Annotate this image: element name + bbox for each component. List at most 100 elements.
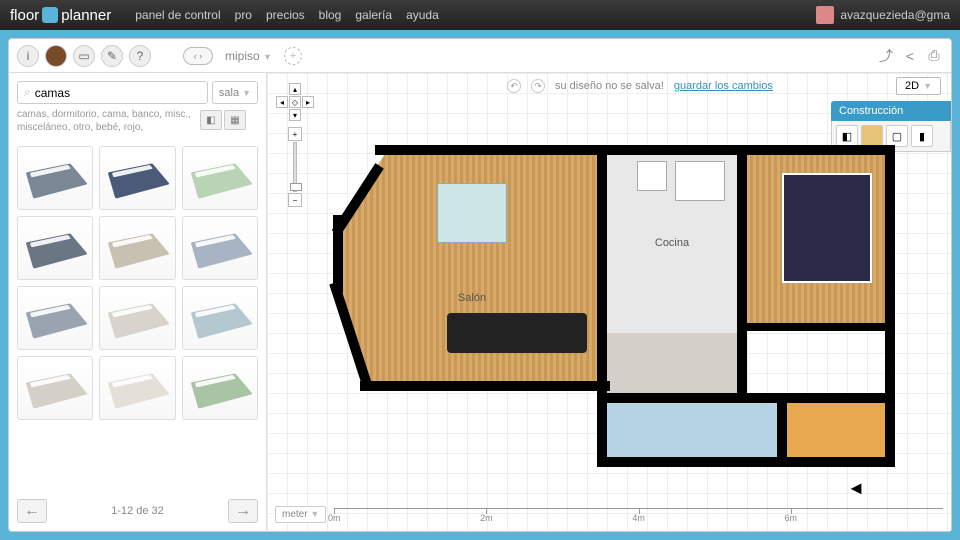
room-bath[interactable]	[607, 403, 777, 463]
share-icon[interactable]: <	[901, 47, 919, 65]
view-2d-icon[interactable]: ▦	[224, 110, 246, 130]
wall[interactable]	[737, 145, 747, 399]
furniture-item[interactable]	[182, 286, 258, 350]
tick-label: 0m	[328, 513, 341, 523]
search-input-wrap[interactable]: ⌕	[17, 81, 208, 104]
pan-down[interactable]: ▾	[289, 109, 301, 121]
chevron-down-icon: ▼	[263, 52, 272, 62]
user-email: avazquezieda@gma	[840, 8, 950, 22]
print-icon[interactable]: ⎙	[925, 47, 943, 65]
nav-panel[interactable]: panel de control	[135, 8, 220, 22]
view-mode-toggle[interactable]: 2D ▼	[896, 77, 941, 95]
furniture-item[interactable]	[99, 146, 175, 210]
furn-stove[interactable]	[675, 161, 725, 201]
unit-label: meter	[282, 509, 308, 520]
furniture-item[interactable]	[99, 356, 175, 420]
save-link[interactable]: guardar los cambios	[674, 80, 773, 92]
export-icon[interactable]: ⤴	[877, 47, 895, 65]
pan-zoom-pad: ▴ ◂◇▸ ▾ + −	[275, 83, 315, 207]
next-page[interactable]: →	[228, 499, 258, 523]
wall[interactable]	[360, 381, 610, 391]
wall[interactable]	[777, 399, 787, 463]
prev-page[interactable]: ←	[17, 499, 47, 523]
wall[interactable]	[375, 145, 895, 155]
nav-ayuda[interactable]: ayuda	[406, 8, 439, 22]
avatar	[816, 6, 834, 24]
palette-header: Construcción	[831, 101, 951, 121]
ruler: meter ▼ 0m 2m 4m 6m	[275, 506, 943, 523]
tick-label: 4m	[632, 513, 645, 523]
furniture-item[interactable]	[182, 146, 258, 210]
canvas[interactable]: ▴ ◂◇▸ ▾ + − ↶ ↷ su diseño no se salva! g…	[267, 73, 951, 531]
logo-text-1: floor	[10, 7, 39, 24]
furniture-item[interactable]	[17, 216, 93, 280]
room-label: Cocina	[655, 237, 689, 249]
unit-selector[interactable]: meter ▼	[275, 506, 326, 523]
search-icon: ⌕	[24, 85, 31, 100]
nav-galeria[interactable]: galería	[355, 8, 392, 22]
search-tags: camas, dormitorio, cama, banco, misc., m…	[17, 108, 208, 134]
floorplan[interactable]: Salón Cocina Dormitorio	[327, 143, 897, 463]
furn-table[interactable]	[437, 183, 507, 243]
room-label: Salón	[458, 292, 486, 304]
project-selector[interactable]: mipiso ▼	[225, 49, 272, 63]
search-input[interactable]	[35, 86, 201, 100]
pan-center[interactable]: ◇	[289, 96, 301, 108]
furn-sofa[interactable]	[447, 313, 587, 353]
top-navbar: floor planner panel de control pro preci…	[0, 0, 960, 30]
nav-pro[interactable]: pro	[235, 8, 252, 22]
wall[interactable]	[743, 323, 893, 331]
room-storage[interactable]	[787, 403, 887, 463]
chevron-down-icon: ▼	[923, 81, 932, 91]
wall[interactable]	[597, 457, 895, 467]
chevron-down-icon: ▼	[310, 509, 319, 519]
room-filter-label: sala	[219, 87, 239, 99]
nav-blog[interactable]: blog	[319, 8, 342, 22]
view-3d-icon[interactable]: ◧	[200, 110, 222, 130]
furniture-item[interactable]	[99, 216, 175, 280]
add-project[interactable]: +	[284, 47, 302, 65]
pan-left[interactable]: ◂	[276, 96, 288, 108]
pan-up[interactable]: ▴	[289, 83, 301, 95]
view-mode-label: 2D	[905, 80, 919, 92]
pagination: ← 1-12 de 32 →	[17, 491, 258, 523]
chevron-down-icon: ▼	[242, 88, 251, 98]
info-icon[interactable]: i	[17, 45, 39, 67]
undo-icon[interactable]: ↶	[507, 79, 521, 93]
furniture-item[interactable]	[17, 356, 93, 420]
furniture-item[interactable]	[182, 216, 258, 280]
zoom-out[interactable]: −	[288, 193, 302, 207]
unsaved-warning: su diseño no se salva!	[555, 80, 664, 92]
tick-label: 2m	[480, 513, 493, 523]
furniture-item[interactable]	[99, 286, 175, 350]
wall[interactable]	[597, 145, 607, 465]
room-filter[interactable]: sala▼	[212, 81, 258, 104]
tool-door[interactable]: ▮	[911, 125, 933, 147]
globe-icon[interactable]: ✎	[101, 45, 123, 67]
room-hall[interactable]	[607, 333, 737, 393]
furniture-item[interactable]	[182, 356, 258, 420]
scale-bar: 0m 2m 4m 6m	[334, 508, 943, 522]
nav-precios[interactable]: precios	[266, 8, 305, 22]
zoom-in[interactable]: +	[288, 127, 302, 141]
logo[interactable]: floor planner	[10, 7, 111, 24]
furn-bed[interactable]	[782, 173, 872, 283]
furniture-icon[interactable]	[45, 45, 67, 67]
tick-label: 6m	[785, 513, 798, 523]
furniture-item[interactable]	[17, 146, 93, 210]
redo-icon[interactable]: ↷	[531, 79, 545, 93]
zoom-slider[interactable]	[293, 142, 297, 192]
toolbar: i ▭ ✎ ? ‹ › mipiso ▼ + ⤴ < ⎙	[9, 39, 951, 73]
photos-icon[interactable]: ▭	[73, 45, 95, 67]
furniture-item[interactable]	[17, 286, 93, 350]
furniture-grid	[17, 146, 258, 420]
help-icon[interactable]: ?	[129, 45, 151, 67]
wall[interactable]	[885, 145, 895, 465]
project-name: mipiso	[225, 49, 260, 63]
zoom-handle[interactable]	[290, 183, 302, 191]
pan-right[interactable]: ▸	[302, 96, 314, 108]
furn-sink[interactable]	[637, 161, 667, 191]
nav-arrows[interactable]: ‹ ›	[183, 47, 213, 65]
user-menu[interactable]: avazquezieda@gma	[816, 6, 950, 24]
logo-icon	[42, 7, 58, 23]
